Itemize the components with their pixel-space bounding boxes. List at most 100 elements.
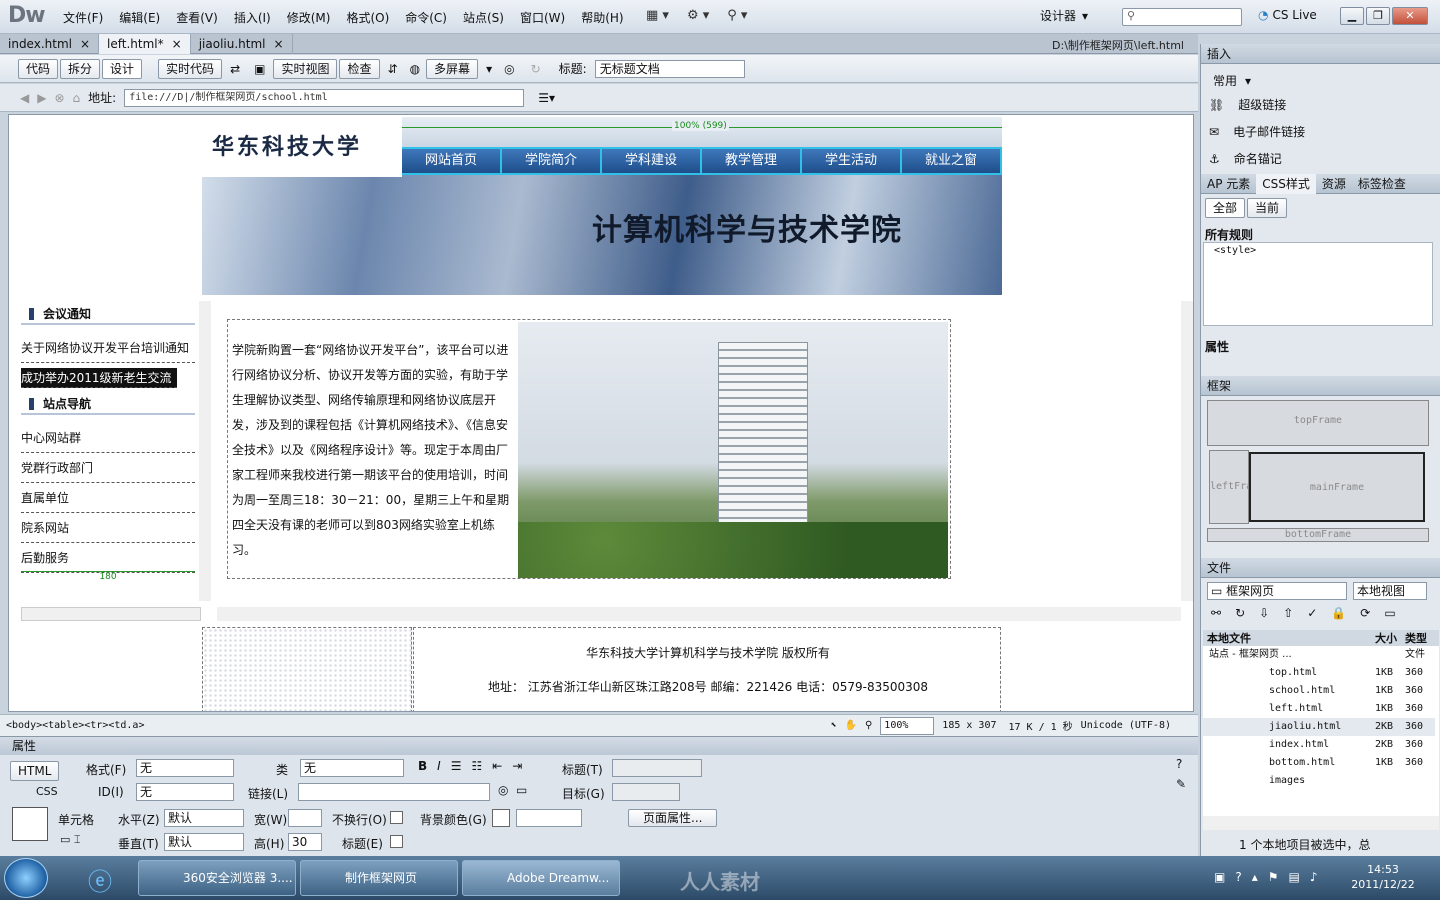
link-departments[interactable]: 院系网站 bbox=[21, 513, 195, 543]
tab-tag-inspector[interactable]: 标签检查 bbox=[1352, 174, 1412, 194]
main-horizontal-scrollbar[interactable] bbox=[217, 607, 1181, 621]
id-select[interactable]: 无 bbox=[136, 783, 234, 801]
page-properties-button[interactable]: 页面属性... bbox=[628, 809, 718, 827]
connect-icon[interactable]: ⚯ bbox=[1211, 606, 1221, 620]
tab-index[interactable]: index.html × bbox=[0, 33, 100, 54]
check-out-icon[interactable]: ✓ bbox=[1307, 606, 1317, 620]
main-vertical-scrollbar[interactable] bbox=[1181, 301, 1193, 601]
class-select[interactable]: 无 bbox=[300, 759, 404, 777]
width-input[interactable] bbox=[288, 809, 322, 827]
cell-width-label[interactable]: 180 bbox=[21, 571, 195, 585]
tray-help-icon[interactable]: ? bbox=[1235, 870, 1241, 884]
frames-panel-header[interactable]: 框架 bbox=[1201, 376, 1440, 396]
height-input[interactable]: 30 bbox=[288, 833, 322, 851]
stop-icon[interactable]: ⊗ bbox=[54, 91, 64, 105]
help-icon[interactable]: ? bbox=[1176, 757, 1182, 771]
options-icon[interactable]: ☰▾ bbox=[538, 91, 555, 105]
document-title-input[interactable]: 无标题文档 bbox=[594, 59, 745, 78]
bold-button[interactable]: B bbox=[418, 759, 427, 773]
tag-selector[interactable]: <body><table><tr><td.a> bbox=[6, 720, 144, 731]
layout-icon[interactable]: ▦ ▾ bbox=[646, 8, 669, 23]
point-to-file-icon[interactable]: ◎ bbox=[498, 783, 508, 797]
tray-flag-icon[interactable]: ⚑ bbox=[1268, 870, 1279, 884]
col-type[interactable]: 类型 bbox=[1405, 630, 1427, 646]
browse-folder-icon[interactable]: ▭ bbox=[516, 783, 527, 797]
menu-insert[interactable]: 插入(I) bbox=[226, 9, 279, 26]
col-size[interactable]: 大小 bbox=[1375, 630, 1405, 646]
expand-icon[interactable]: ▭ bbox=[1384, 606, 1395, 620]
start-button[interactable] bbox=[4, 858, 48, 898]
zoom-select[interactable]: 100% bbox=[880, 716, 935, 735]
design-view-button[interactable]: 设计 bbox=[102, 58, 143, 79]
close-button[interactable]: ✕ bbox=[1392, 7, 1428, 25]
style-rule[interactable]: <style> bbox=[1204, 243, 1432, 258]
preview-icon[interactable]: ◍ bbox=[410, 62, 420, 76]
nav-disciplines[interactable]: 学科建设 bbox=[602, 149, 702, 173]
table-width-label[interactable]: 100% (599) bbox=[672, 121, 729, 131]
help-search-input[interactable]: ⚲ bbox=[1122, 8, 1242, 26]
ie-icon[interactable]: ⓔ bbox=[88, 862, 112, 897]
menu-view[interactable]: 查看(V) bbox=[168, 9, 226, 26]
nav-teaching[interactable]: 教学管理 bbox=[702, 149, 802, 173]
tab-assets[interactable]: 资源 bbox=[1316, 174, 1352, 194]
close-icon[interactable]: × bbox=[274, 34, 284, 54]
tray-volume-icon[interactable]: ♪ bbox=[1310, 870, 1318, 884]
frame-left[interactable]: leftFram bbox=[1209, 450, 1258, 524]
link-party-admin[interactable]: 党群行政部门 bbox=[21, 453, 195, 483]
forward-icon[interactable]: ▶ bbox=[37, 91, 46, 105]
building-image[interactable] bbox=[518, 322, 948, 578]
properties-header[interactable]: 属性 bbox=[0, 737, 1198, 755]
live-code-button[interactable]: 实时代码 bbox=[158, 58, 223, 79]
format-select[interactable]: 无 bbox=[136, 759, 234, 777]
css-all-button[interactable]: 全部 bbox=[1205, 198, 1246, 218]
notice-item[interactable]: 关于网络协议开发平台培训通知 bbox=[21, 333, 195, 363]
chevron-down-icon[interactable]: ▾ bbox=[486, 62, 492, 76]
address-input[interactable]: file:///D|/制作框架网页/school.html bbox=[124, 88, 525, 107]
ordered-list-icon[interactable]: ☷ bbox=[471, 759, 482, 773]
target-select[interactable] bbox=[612, 783, 680, 801]
merge-cells-icon[interactable]: ▭ ⌶ bbox=[60, 833, 81, 847]
menu-format[interactable]: 格式(O) bbox=[338, 9, 397, 26]
css-current-button[interactable]: 当前 bbox=[1247, 198, 1288, 218]
files-horizontal-scrollbar[interactable] bbox=[1203, 816, 1439, 830]
bgcolor-input[interactable] bbox=[516, 809, 582, 827]
horz-select[interactable]: 默认 bbox=[164, 809, 244, 827]
frame-bottom[interactable]: bottomFrame bbox=[1207, 528, 1429, 542]
zoom-tool-icon[interactable]: ⚲ bbox=[865, 720, 872, 731]
tab-ap-elements[interactable]: AP 元素 bbox=[1201, 174, 1256, 194]
file-item[interactable]: jiaoliu.html 2KB 360 bbox=[1203, 718, 1435, 736]
folder-item[interactable]: images bbox=[1203, 772, 1435, 790]
view-select[interactable]: 本地视图 bbox=[1353, 582, 1427, 600]
menu-commands[interactable]: 命令(C) bbox=[397, 9, 455, 26]
check-in-icon[interactable]: 🔒 bbox=[1331, 606, 1346, 620]
news-paragraph[interactable]: 学院新购置一套“网络协议开发平台”，该平台可以进行网络协议分析、协议开发等方面的… bbox=[232, 338, 514, 563]
inspect-mode-icon[interactable]: ⇄ bbox=[230, 62, 240, 76]
task-dreamweaver[interactable]: Adobe Dreamw... bbox=[462, 860, 620, 896]
menu-modify[interactable]: 修改(M) bbox=[279, 9, 339, 26]
title-input[interactable] bbox=[612, 759, 702, 777]
menu-file[interactable]: 文件(F) bbox=[55, 9, 111, 26]
html-mode-button[interactable]: HTML bbox=[10, 761, 60, 781]
file-item[interactable]: left.html 1KB 360 bbox=[1203, 700, 1435, 718]
nowrap-checkbox[interactable] bbox=[390, 811, 403, 824]
menu-site[interactable]: 站点(S) bbox=[455, 9, 512, 26]
notice-item-selected[interactable]: 成功举办2011级新老生交流会 bbox=[21, 368, 177, 405]
insert-hyperlink[interactable]: ⛓ 超级链接 bbox=[1209, 92, 1286, 118]
file-item[interactable]: bottom.html 1KB 360 bbox=[1203, 754, 1435, 772]
multiscreen-button[interactable]: 多屏幕 bbox=[426, 58, 479, 79]
design-view[interactable]: 华东科技大学 100% (599) 网站首页 学院简介 学科建设 教学管理 学生… bbox=[8, 114, 1194, 712]
file-item[interactable]: school.html 1KB 360 bbox=[1203, 682, 1435, 700]
insert-category-select[interactable]: 常用 ▾ bbox=[1213, 72, 1251, 89]
nav-activities[interactable]: 学生活动 bbox=[802, 149, 902, 173]
site-select[interactable]: ▭ 框架网页 bbox=[1207, 582, 1347, 600]
frame-main[interactable]: mainFrame bbox=[1249, 452, 1425, 522]
visual-aids-icon[interactable]: ◎ bbox=[504, 62, 514, 76]
close-icon[interactable]: × bbox=[80, 34, 90, 54]
left-horizontal-scrollbar[interactable] bbox=[21, 607, 201, 621]
get-icon[interactable]: ⇩ bbox=[1259, 606, 1269, 620]
link-center-sites[interactable]: 中心网站群 bbox=[21, 423, 195, 453]
refresh-icon[interactable]: ↻ bbox=[1235, 606, 1245, 620]
home-icon[interactable]: ⌂ bbox=[73, 91, 81, 105]
tab-css-styles[interactable]: CSS样式 bbox=[1256, 173, 1316, 194]
link-logistics[interactable]: 后勤服务 bbox=[21, 543, 195, 573]
